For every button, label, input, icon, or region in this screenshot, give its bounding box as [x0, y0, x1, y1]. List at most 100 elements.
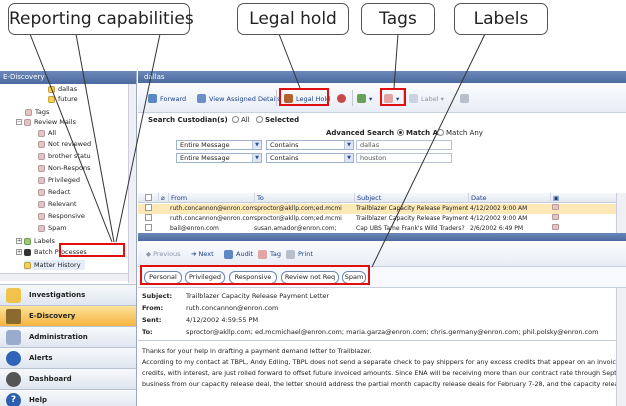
collapse-icon[interactable]: −: [16, 119, 22, 125]
arrow-left-icon: ◆: [146, 250, 154, 258]
table-row[interactable]: ruth.concannon@enron.com sproctor@akllp.…: [138, 214, 616, 224]
sent-row: Sent: 4/12/2002 4:59:55 PM: [142, 316, 259, 324]
forward-icon: [148, 94, 157, 103]
nav-help[interactable]: ? Help: [0, 389, 136, 406]
column-date[interactable]: Date: [468, 193, 548, 203]
tag-icon: [552, 224, 559, 230]
print-button[interactable]: Print: [286, 248, 313, 260]
legal-hold-button[interactable]: Legal Hold: [284, 92, 330, 105]
chevron-down-icon: ▼: [344, 154, 353, 162]
chevron-down-icon: ▼: [252, 141, 261, 149]
callout-reporting-capabilities: Reporting capabilities: [8, 3, 194, 35]
label-dropdown[interactable]: Label ▾: [409, 92, 444, 105]
grid-header: ⌀ From To Subject Date ▣: [138, 193, 616, 203]
label-spam[interactable]: Spam: [342, 271, 366, 284]
block-button[interactable]: [337, 92, 349, 105]
tree-item-batch-processes[interactable]: + Batch Processes: [16, 247, 87, 257]
column-subject[interactable]: Subject: [354, 193, 468, 203]
view-assigned-details-button[interactable]: View Assigned Details: [197, 92, 281, 105]
export-dropdown[interactable]: ▾: [357, 92, 372, 105]
tree-item-responsive[interactable]: Responsive: [38, 211, 85, 221]
tree-item-redact[interactable]: Redact: [38, 187, 70, 197]
preview-vertical-scrollbar[interactable]: [616, 288, 626, 406]
tag-button[interactable]: Tag: [258, 248, 281, 260]
mail-icon: [38, 129, 45, 137]
nav-investigations[interactable]: Investigations: [0, 284, 136, 305]
search-custodians-label: Search Custodian(s): [148, 116, 228, 124]
arrow-right-icon: ➔: [191, 250, 199, 258]
search-value-input-1[interactable]: dallas: [356, 140, 452, 150]
label-review-not-req[interactable]: Review not Req: [281, 271, 339, 284]
tree-item-spam[interactable]: Spam: [38, 223, 67, 233]
tree-vertical-scrollbar[interactable]: [128, 84, 136, 283]
next-button[interactable]: ➔ Next: [191, 248, 214, 260]
block-icon: [337, 94, 346, 103]
briefcase-icon: [284, 94, 293, 103]
tag-dropdown[interactable]: ▾: [384, 92, 399, 105]
previous-button[interactable]: ◆ Previous: [146, 248, 181, 260]
chevron-down-icon: ▼: [344, 141, 353, 149]
tree-item-privileged[interactable]: Privileged: [38, 175, 80, 185]
search-operator-select-2[interactable]: Contains ▼: [266, 153, 354, 163]
nav-dashboard[interactable]: Dashboard: [0, 368, 136, 389]
tree-horizontal-scrollbar[interactable]: [0, 273, 128, 281]
tab-dallas[interactable]: dallas: [138, 71, 626, 83]
advanced-search-label: Advanced Search: [326, 129, 395, 137]
search-field-select-1[interactable]: Entire Message ▼: [176, 140, 262, 150]
message-grid: ⌀ From To Subject Date ▣ ruth.concannon@…: [138, 193, 616, 233]
right-panel: dallas Forward View Assigned Details Leg…: [138, 71, 626, 406]
tree-item-non-responsive[interactable]: Non-Respons: [38, 163, 91, 173]
print-button[interactable]: [460, 92, 472, 105]
tree-item-labels[interactable]: + Labels: [16, 236, 55, 246]
expand-icon[interactable]: +: [16, 238, 22, 244]
audit-icon: [224, 249, 233, 259]
audit-button[interactable]: Audit: [224, 248, 253, 260]
help-icon: ?: [6, 392, 21, 406]
custodian-all-radio[interactable]: All: [232, 116, 250, 124]
table-row[interactable]: ruth.concannon@enron.com sproctor@akllp.…: [138, 204, 616, 214]
grid-vertical-scrollbar[interactable]: [616, 193, 626, 233]
export-icon: [357, 94, 366, 103]
tag-column-icon[interactable]: ▣: [550, 193, 580, 203]
admin-icon: [6, 329, 21, 345]
column-to[interactable]: To: [254, 193, 354, 203]
mail-icon: [38, 164, 45, 172]
nav-administration[interactable]: Administration: [0, 326, 136, 347]
attachment-column-icon[interactable]: ⌀: [158, 193, 167, 203]
tree-item-not-reviewed[interactable]: Not reviewed: [38, 139, 91, 149]
search-operator-select-1[interactable]: Contains ▼: [266, 140, 354, 150]
select-all-checkbox[interactable]: [145, 194, 152, 201]
custodian-selected-radio[interactable]: Selected: [256, 116, 299, 124]
tree-item-all[interactable]: All: [38, 128, 56, 138]
search-field-select-2[interactable]: Entire Message ▼: [176, 153, 262, 163]
search-value-input-2[interactable]: houston: [356, 153, 452, 163]
match-any-radio[interactable]: Match Any: [437, 129, 483, 137]
forward-button[interactable]: Forward: [148, 92, 186, 105]
tag-icon: [384, 94, 393, 103]
mail-icon: [38, 224, 45, 232]
mail-icon: [38, 176, 45, 184]
tree-item-future[interactable]: future: [48, 94, 78, 104]
tree-item-tags[interactable]: Tags: [25, 107, 49, 117]
tree-item-review-mails[interactable]: − Review Mails: [16, 117, 76, 127]
column-from[interactable]: From: [168, 193, 254, 203]
label-privileged[interactable]: Privileged: [185, 271, 225, 284]
expand-icon[interactable]: +: [16, 249, 22, 255]
match-all-radio[interactable]: Match All: [397, 129, 443, 137]
label-personal[interactable]: Personal: [144, 271, 182, 284]
tree-item-matter-history[interactable]: Matter History: [24, 260, 85, 270]
nav-alerts[interactable]: Alerts: [0, 347, 136, 368]
label-responsive[interactable]: Responsive: [229, 271, 277, 284]
tag-icon: [552, 204, 559, 210]
to-row: To: sproctor@akllp.com; ed.mcmichael@enro…: [142, 328, 599, 336]
callout-tags: Tags: [361, 3, 435, 35]
table-row[interactable]: bail@enron.com susan.amador@enron.com; C…: [138, 224, 616, 233]
left-panel: E-Discovery dallas future Tags − Review M…: [0, 71, 137, 406]
mail-icon: [38, 152, 45, 160]
tree-item-relevant[interactable]: Relevant: [38, 199, 77, 209]
message-headers: Subject: Trailblazer Capacity Release Pay…: [138, 288, 616, 341]
main-toolbar: Forward View Assigned Details Legal Hold…: [138, 83, 626, 113]
tree-item-brother-status[interactable]: brother statu: [38, 151, 91, 161]
tree-item-dallas[interactable]: dallas: [48, 84, 77, 94]
nav-e-discovery[interactable]: E-Discovery: [0, 305, 136, 326]
